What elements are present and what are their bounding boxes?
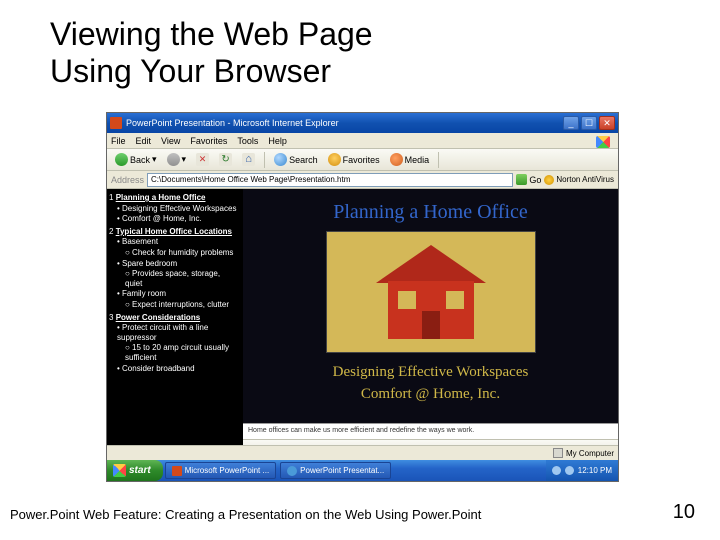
slide-subtitle-2: Comfort @ Home, Inc. <box>243 386 618 403</box>
back-icon <box>115 153 128 166</box>
media-label: Media <box>405 155 430 165</box>
address-input[interactable]: C:\Documents\Home Office Web Page\Presen… <box>147 173 513 187</box>
outline-title[interactable]: Planning a Home Office <box>116 193 206 202</box>
slide-footer: Power.Point Web Feature: Creating a Pres… <box>10 507 481 522</box>
outline-num: 2 <box>109 227 113 236</box>
outline-sub2: ○ Provides space, storage, quiet <box>109 269 239 288</box>
maximize-button[interactable]: ☐ <box>581 116 597 130</box>
go-icon <box>516 174 527 185</box>
back-label: Back <box>130 155 150 165</box>
star-icon <box>328 153 341 166</box>
powerpoint-icon <box>172 466 182 476</box>
task-label: PowerPoint Presentat... <box>300 466 384 475</box>
address-label: Address <box>111 175 144 185</box>
slide-view: Planning a Home Office Designing Effecti… <box>243 189 618 461</box>
outline-sub2: ○ 15 to 20 amp circuit usually sufficien… <box>109 343 239 362</box>
outline-sub: • Protect circuit with a line suppressor <box>109 323 239 342</box>
start-label: start <box>129 465 151 476</box>
search-label: Search <box>289 155 318 165</box>
taskbar-item-ie[interactable]: PowerPoint Presentat... <box>280 462 391 479</box>
window-title: PowerPoint Presentation - Microsoft Inte… <box>126 118 563 128</box>
outline-sub: • Basement <box>109 237 239 247</box>
page-number: 10 <box>673 501 695 524</box>
favorites-label: Favorites <box>343 155 380 165</box>
computer-icon <box>553 448 563 458</box>
system-tray[interactable]: 12:10 PM <box>546 460 618 481</box>
menu-file[interactable]: File <box>111 136 126 146</box>
toolbar: Back ▾ ▾ Search Favorites Media <box>107 149 618 171</box>
stop-button[interactable] <box>192 152 213 167</box>
tray-icon[interactable] <box>552 466 561 475</box>
taskbar-item-powerpoint[interactable]: Microsoft PowerPoint ... <box>165 462 276 479</box>
search-button[interactable]: Search <box>270 152 322 167</box>
home-icon <box>242 153 255 166</box>
outline-pane[interactable]: 1 Planning a Home Office • Designing Eff… <box>107 189 243 461</box>
outline-title[interactable]: Power Considerations <box>116 313 200 322</box>
title-line-1: Viewing the Web Page <box>50 16 373 52</box>
slide-subtitle-1: Designing Effective Workspaces <box>243 364 618 381</box>
refresh-icon <box>219 153 232 166</box>
title-line-2: Using Your Browser <box>50 53 331 89</box>
separator <box>264 152 265 168</box>
windows-flag-icon <box>590 135 616 149</box>
outline-title[interactable]: Typical Home Office Locations <box>116 227 232 236</box>
taskbar: start Microsoft PowerPoint ... PowerPoin… <box>107 460 618 481</box>
separator <box>438 152 439 168</box>
go-label: Go <box>529 175 541 185</box>
norton-icon <box>544 175 554 185</box>
refresh-button[interactable] <box>215 152 236 167</box>
norton-label: Norton AntiVirus <box>556 175 614 184</box>
outline-sub: • Consider broadband <box>109 364 239 374</box>
stop-icon <box>196 153 209 166</box>
menu-edit[interactable]: Edit <box>136 136 152 146</box>
go-button[interactable]: Go <box>516 174 541 185</box>
forward-icon <box>167 153 180 166</box>
start-button[interactable]: start <box>107 460 163 481</box>
menu-favorites[interactable]: Favorites <box>190 136 227 146</box>
address-value: C:\Documents\Home Office Web Page\Presen… <box>151 175 350 184</box>
slide-title: Viewing the Web Page Using Your Browser <box>50 16 373 90</box>
content-area: 1 Planning a Home Office • Designing Eff… <box>107 189 618 461</box>
menu-bar: File Edit View Favorites Tools Help <box>107 133 618 149</box>
outline-sub: • Family room <box>109 289 239 299</box>
media-icon <box>390 153 403 166</box>
zone-indicator: My Computer <box>553 448 614 458</box>
back-button[interactable]: Back ▾ <box>111 152 161 167</box>
zone-label: My Computer <box>566 449 614 458</box>
outline-sub2: ○ Check for humidity problems <box>109 248 239 258</box>
menu-view[interactable]: View <box>161 136 180 146</box>
notes-text: Home offices can make us more efficient … <box>243 423 618 439</box>
outline-num: 3 <box>109 313 113 322</box>
norton-button[interactable]: Norton AntiVirus <box>544 175 614 185</box>
close-button[interactable]: ✕ <box>599 116 615 130</box>
outline-num: 1 <box>109 193 113 202</box>
minimize-button[interactable]: _ <box>563 116 579 130</box>
window-titlebar[interactable]: PowerPoint Presentation - Microsoft Inte… <box>107 113 618 133</box>
clock: 12:10 PM <box>578 466 612 475</box>
favorites-button[interactable]: Favorites <box>324 152 384 167</box>
media-button[interactable]: Media <box>386 152 434 167</box>
outline-sub2: ○ Expect interruptions, clutter <box>109 300 239 310</box>
outline-sub: • Comfort @ Home, Inc. <box>109 214 239 224</box>
status-bar: My Computer <box>107 445 618 460</box>
outline-sub: • Designing Effective Workspaces <box>109 204 239 214</box>
browser-window: PowerPoint Presentation - Microsoft Inte… <box>106 112 619 482</box>
forward-button[interactable]: ▾ <box>163 152 191 167</box>
ie-icon <box>287 466 297 476</box>
search-icon <box>274 153 287 166</box>
tray-icon[interactable] <box>565 466 574 475</box>
slide-heading: Planning a Home Office <box>243 201 618 224</box>
menu-tools[interactable]: Tools <box>237 136 258 146</box>
address-bar: Address C:\Documents\Home Office Web Pag… <box>107 171 618 189</box>
menu-help[interactable]: Help <box>268 136 287 146</box>
home-button[interactable] <box>238 152 259 167</box>
task-label: Microsoft PowerPoint ... <box>185 466 269 475</box>
slide-image <box>326 231 536 353</box>
house-icon <box>371 245 491 340</box>
outline-sub: • Spare bedroom <box>109 259 239 269</box>
app-icon <box>110 117 122 129</box>
